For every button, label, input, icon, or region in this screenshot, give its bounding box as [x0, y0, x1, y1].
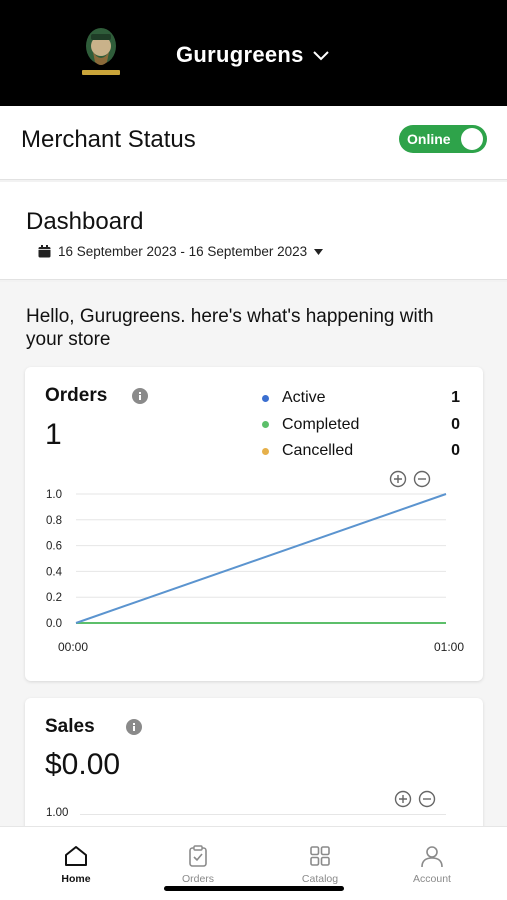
sales-gridline: [80, 814, 446, 815]
merchant-status-title: Merchant Status: [21, 126, 196, 153]
sales-total: $0.00: [45, 748, 121, 781]
orders-total: 1: [45, 418, 62, 451]
legend-item-cancelled: Cancelled 0: [262, 438, 460, 465]
tab-label: Home: [61, 873, 91, 885]
y-tick-label: 0.4: [46, 566, 63, 578]
date-range-picker[interactable]: 16 September 2023 - 16 September 2023: [38, 244, 324, 259]
store-switcher[interactable]: Gurugreens: [176, 42, 330, 68]
y-tick-label: 1.0: [46, 489, 62, 501]
sales-zoom-controls: [394, 790, 436, 808]
x-tick-label: 01:00: [434, 640, 464, 654]
orders-line-chart: 0.0 0.2 0.4 0.6 0.8 1.0 00:00 01:00: [46, 489, 464, 654]
sales-title: Sales: [45, 716, 95, 737]
user-icon: [421, 846, 443, 868]
tab-label: Catalog: [301, 873, 339, 885]
legend-item-completed: Completed 0: [262, 412, 460, 439]
calendar-icon: [38, 245, 51, 258]
brand-logo: [82, 28, 120, 75]
y-tick-label: 0.8: [46, 515, 62, 527]
tab-label: Orders: [181, 873, 215, 885]
home-indicator: [164, 886, 344, 891]
y-tick-label: 0.2: [46, 592, 62, 604]
caret-down-icon: [314, 248, 324, 255]
toggle-knob: [461, 128, 483, 150]
legend-label: Completed: [282, 415, 360, 433]
legend-value: 0: [451, 442, 460, 460]
tab-account[interactable]: Account: [387, 843, 477, 885]
legend-dot: [262, 447, 269, 455]
legend-dot: [262, 421, 269, 429]
grid-icon: [310, 846, 330, 866]
orders-legend: Active 1 Completed 0 Cancelled 0: [262, 385, 460, 465]
x-tick-label: 00:00: [58, 640, 88, 654]
legend-dot: [262, 394, 269, 402]
legend-label: Active: [282, 389, 326, 407]
legend-value: 0: [451, 415, 460, 433]
info-icon[interactable]: [126, 719, 142, 735]
tab-label: Account: [413, 873, 451, 885]
dashboard-title: Dashboard: [26, 208, 144, 235]
zoom-out-icon[interactable]: [418, 790, 436, 808]
online-toggle-label: Online: [407, 131, 451, 147]
sales-y-tick: 1.00: [46, 807, 69, 819]
legend-label: Cancelled: [282, 442, 354, 460]
info-icon[interactable]: [132, 388, 148, 404]
date-range-text: 16 September 2023 - 16 September 2023: [58, 244, 308, 259]
clipboard-icon: [189, 845, 207, 867]
orders-title: Orders: [45, 385, 108, 406]
tab-orders[interactable]: Orders: [153, 843, 243, 885]
zoom-in-icon[interactable]: [394, 790, 412, 808]
legend-value: 1: [451, 389, 460, 407]
online-toggle[interactable]: Online: [399, 125, 487, 153]
chevron-down-icon: [312, 50, 329, 60]
tab-home[interactable]: Home: [31, 843, 121, 885]
store-name: Gurugreens: [176, 42, 304, 67]
legend-item-active: Active 1: [262, 385, 460, 412]
y-tick-label: 0.6: [46, 541, 62, 553]
tab-catalog[interactable]: Catalog: [275, 843, 365, 885]
home-icon: [65, 846, 87, 866]
greeting-text: Hello, Gurugreens. here's what's happeni…: [26, 306, 434, 350]
y-tick-label: 0.0: [46, 618, 62, 630]
series-line-active: [75, 493, 447, 624]
